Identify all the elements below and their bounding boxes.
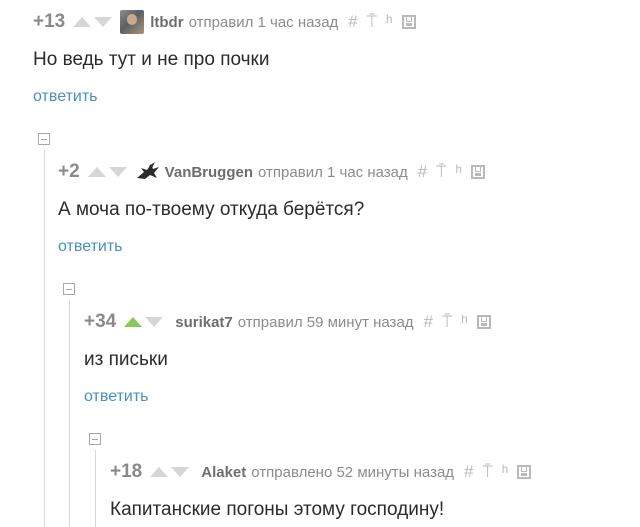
comment-author[interactable]: VanBruggen [165, 164, 253, 181]
thread-line [95, 450, 96, 527]
comment-header: +34 surikat7 отправил 59 минут назад # ⍑… [84, 309, 491, 335]
upvote-icon[interactable] [87, 167, 106, 177]
branch-icon[interactable]: ʰ [386, 12, 393, 32]
comment-rating: +2 [58, 161, 80, 182]
downvote-icon[interactable] [171, 467, 190, 477]
thread-line [69, 300, 70, 527]
avatar[interactable] [120, 10, 145, 34]
save-icon[interactable] [470, 165, 485, 179]
comment-tools: # ⍑ ʰ [424, 312, 491, 332]
parent-comment-icon[interactable]: ⍑ [483, 462, 493, 482]
dragon-icon[interactable] [135, 160, 159, 184]
thread-line [44, 150, 45, 527]
comment-text: А моча по-твоему откуда берётся? [58, 199, 365, 220]
downvote-icon[interactable] [108, 167, 127, 177]
reply-link[interactable]: ответить [58, 238, 123, 256]
comment-rating: +18 [110, 461, 143, 482]
link-icon[interactable]: # [348, 12, 357, 32]
comment-header: +18 Alaket отправлено 52 минуты назад # … [110, 459, 532, 485]
comment-tools: # ⍑ ʰ [418, 162, 485, 182]
comment-header: +2 VanBruggen отправил 1 час назад # ⍑ ʰ [58, 159, 485, 185]
collapse-thread-toggle[interactable] [38, 133, 50, 145]
comment-timestamp: отправил 59 минут назад [237, 313, 414, 331]
link-icon[interactable]: # [424, 312, 433, 332]
comment-header: +13 ltbdr отправил 1 час назад # ⍑ ʰ [33, 9, 416, 35]
comment-author[interactable]: surikat7 [175, 314, 233, 331]
branch-icon[interactable]: ʰ [455, 162, 462, 182]
downvote-icon[interactable] [94, 17, 113, 27]
comment-tools: # ⍑ ʰ [464, 462, 532, 482]
comment-text: Капитанские погоны этому господину! [110, 499, 445, 520]
branch-icon[interactable]: ʰ [461, 312, 468, 332]
comment-text: Но ведь тут и не про почки [33, 49, 270, 70]
parent-comment-icon[interactable]: ⍑ [436, 162, 446, 182]
upvote-icon[interactable] [150, 467, 169, 477]
comment-timestamp: отправил 1 час назад [188, 13, 339, 31]
comment-tools: # ⍑ ʰ [348, 12, 416, 32]
reply-link[interactable]: ответить [33, 88, 98, 106]
comment-author[interactable]: ltbdr [150, 14, 183, 31]
comment-rating: +13 [33, 11, 66, 32]
save-icon[interactable] [401, 15, 416, 29]
collapse-thread-toggle[interactable] [89, 433, 101, 445]
link-icon[interactable]: # [464, 462, 473, 482]
collapse-thread-toggle[interactable] [63, 283, 75, 295]
upvote-icon[interactable] [124, 317, 143, 327]
comment-author[interactable]: Alaket [201, 464, 246, 481]
parent-comment-icon[interactable]: ⍑ [367, 12, 377, 32]
comment-timestamp: отправлено 52 минуты назад [251, 463, 455, 481]
downvote-icon[interactable] [145, 317, 164, 327]
reply-link[interactable]: ответить [84, 388, 149, 406]
comment-timestamp: отправил 1 час назад [258, 163, 408, 181]
comment-rating: +34 [84, 311, 117, 332]
upvote-icon[interactable] [73, 17, 92, 27]
parent-comment-icon[interactable]: ⍑ [442, 312, 452, 332]
save-icon[interactable] [517, 465, 532, 479]
comment-text: из письки [84, 349, 168, 370]
save-icon[interactable] [476, 315, 491, 329]
branch-icon[interactable]: ʰ [502, 462, 509, 482]
link-icon[interactable]: # [418, 162, 427, 182]
